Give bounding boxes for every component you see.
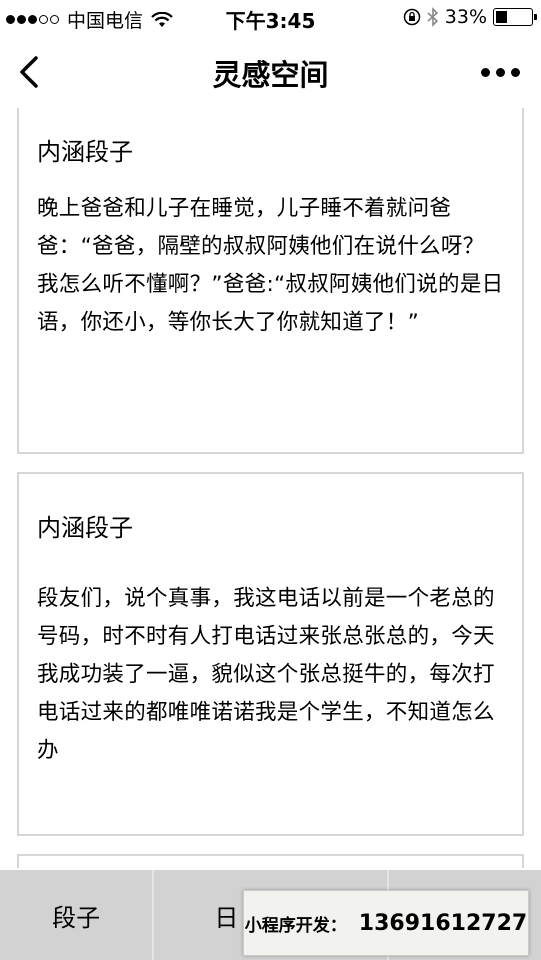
tab-jokes[interactable]: 段子	[0, 870, 155, 960]
page-title: 灵感空间	[212, 58, 329, 92]
status-bar: 中国电信 下午3:45 33%	[0, 0, 541, 36]
post-card[interactable]: 内涵段子 段友们，说个真事，我这电话以前是一个老总的号码，时不时有人打电话过来张…	[17, 472, 524, 836]
post-body: 段友们，说个真事，我这电话以前是一个老总的号码，时不时有人打电话过来张总张总的，…	[37, 586, 495, 763]
post-title: 内涵段子	[37, 138, 133, 166]
more-options-button[interactable]	[481, 62, 521, 82]
more-dot-icon	[481, 67, 490, 77]
post-body: 晚上爸爸和儿子在睡觉，儿子睡不着就问爸爸：“爸爸，隔壁的叔叔阿姨他们在说什么呀？…	[37, 196, 504, 335]
orientation-lock-icon	[403, 8, 421, 26]
banner-phone-number: 13691612727	[358, 910, 528, 936]
post-card[interactable]	[17, 854, 524, 868]
battery-icon	[493, 8, 537, 26]
post-card[interactable]: 内涵段子 晚上爸爸和儿子在睡觉，儿子睡不着就问爸爸：“爸爸，隔壁的叔叔阿姨他们在…	[17, 108, 524, 454]
battery-fill	[496, 11, 508, 23]
status-right: 33%	[403, 6, 537, 28]
more-dot-icon	[496, 67, 505, 77]
more-dot-icon	[511, 67, 520, 77]
battery-percentage: 33%	[444, 6, 487, 28]
developer-contact-banner: 小程序开发： 13691612727	[243, 890, 529, 956]
post-feed[interactable]: 内涵段子 晚上爸爸和儿子在睡觉，儿子睡不着就问爸爸：“爸爸，隔壁的叔叔阿姨他们在…	[0, 108, 541, 868]
bluetooth-icon	[427, 7, 438, 27]
banner-label: 小程序开发：	[244, 915, 347, 936]
navigation-bar: 灵感空间	[0, 36, 541, 108]
tab-label: 段子	[52, 903, 101, 932]
post-title: 内涵段子	[37, 514, 133, 542]
tab-label: 日	[214, 903, 239, 932]
